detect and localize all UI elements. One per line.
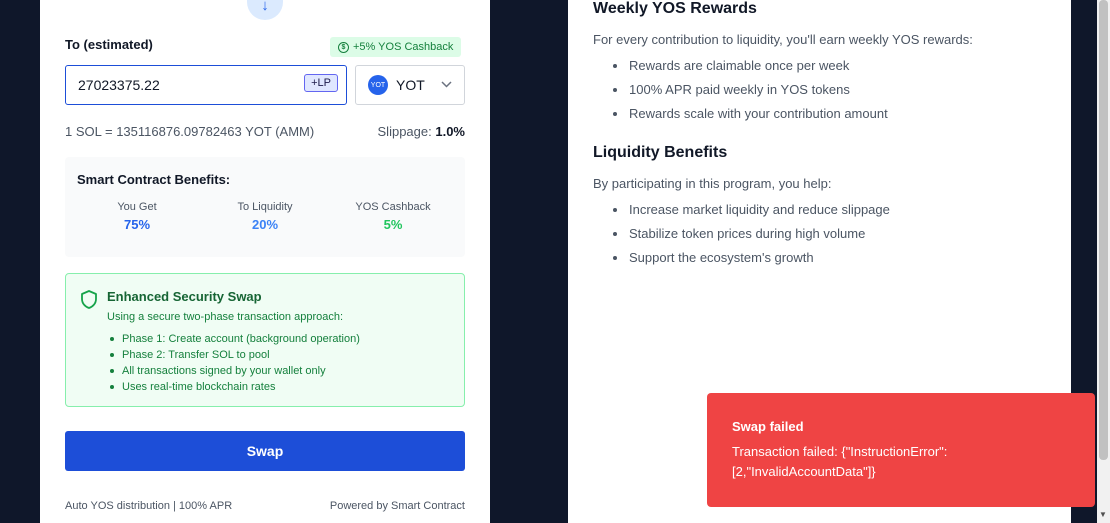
list-item: Increase market liquidity and reduce sli…	[613, 198, 890, 222]
dollar-circle-icon: $	[338, 41, 349, 53]
security-title: Enhanced Security Swap	[107, 289, 262, 304]
shield-icon	[80, 290, 98, 314]
rewards-list: Rewards are claimable once per week 100%…	[613, 54, 888, 126]
list-item: Rewards are claimable once per week	[613, 54, 888, 78]
scrollbar-thumb[interactable]	[1099, 0, 1108, 460]
benefits-title: Smart Contract Benefits:	[77, 172, 231, 187]
lp-tag: +LP	[304, 74, 338, 92]
cashback-badge-text: +5% YOS Cashback	[353, 41, 454, 53]
list-item: 100% APR paid weekly in YOS tokens	[613, 78, 888, 102]
amount-input[interactable]	[78, 77, 278, 93]
cashback-badge: $ +5% YOS Cashback	[330, 37, 462, 57]
benefit-label: You Get	[117, 201, 157, 213]
to-label: To (estimated)	[65, 37, 153, 52]
benefit-value: 75%	[123, 217, 151, 232]
token-logo: YOT	[368, 75, 388, 95]
security-list: Phase 1: Create account (background oper…	[107, 331, 360, 395]
toast-title: Swap failed	[732, 419, 804, 434]
toast-message: Transaction failed: {"InstructionError":…	[732, 444, 948, 479]
list-item: Phase 2: Transfer SOL to pool	[107, 347, 360, 363]
benefit-to-liquidity: To Liquidity 20%	[200, 201, 330, 232]
footer-distribution: Auto YOS distribution | 100% APR	[65, 500, 233, 512]
chevron-down-icon	[441, 80, 452, 91]
token-name: YOT	[396, 77, 425, 93]
rewards-title: Weekly YOS Rewards	[593, 0, 757, 17]
arrow-down-icon[interactable]: ↓	[247, 0, 283, 20]
liquidity-list: Increase market liquidity and reduce sli…	[613, 198, 890, 270]
benefit-value: 5%	[383, 217, 403, 232]
security-description: Using a secure two-phase transaction app…	[107, 311, 344, 323]
benefit-you-get: You Get 75%	[72, 201, 202, 232]
amount-input-wrapper: +LP	[65, 65, 347, 105]
benefit-yos-cashback: YOS Cashback 5%	[328, 201, 458, 232]
list-item: Phase 1: Create account (background oper…	[107, 331, 360, 347]
swap-card: ↓ To (estimated) $ +5% YOS Cashback +LP …	[40, 0, 490, 523]
list-item: Support the ecosystem's growth	[613, 246, 890, 270]
scroll-down-arrow-icon[interactable]: ▼	[1099, 510, 1107, 519]
list-item: All transactions signed by your wallet o…	[107, 363, 360, 379]
error-toast[interactable]: Swap failed Transaction failed: {"Instru…	[707, 393, 1095, 507]
slippage-label: Slippage:	[377, 124, 432, 139]
benefits-box: Smart Contract Benefits: You Get 75% To …	[65, 157, 465, 257]
list-item: Stabilize token prices during high volum…	[613, 222, 890, 246]
list-item: Uses real-time blockchain rates	[107, 379, 360, 395]
swap-button[interactable]: Swap	[65, 431, 465, 471]
exchange-rate: 1 SOL = 135116876.09782463 YOT (AMM)	[65, 124, 315, 139]
list-item: Rewards scale with your contribution amo…	[613, 102, 888, 126]
slippage: Slippage: 1.0%	[378, 124, 465, 139]
footer-powered-by: Powered by Smart Contract	[329, 500, 465, 512]
benefit-value: 20%	[251, 217, 279, 232]
rewards-description: For every contribution to liquidity, you…	[593, 32, 973, 47]
benefit-label: To Liquidity	[237, 201, 293, 213]
liquidity-title: Liquidity Benefits	[593, 144, 728, 161]
security-box: Enhanced Security Swap Using a secure tw…	[65, 273, 465, 407]
benefit-label: YOS Cashback	[355, 201, 431, 213]
slippage-value: 1.0%	[435, 124, 465, 139]
token-select[interactable]: YOT YOT	[355, 65, 465, 105]
liquidity-description: By participating in this program, you he…	[593, 176, 832, 191]
